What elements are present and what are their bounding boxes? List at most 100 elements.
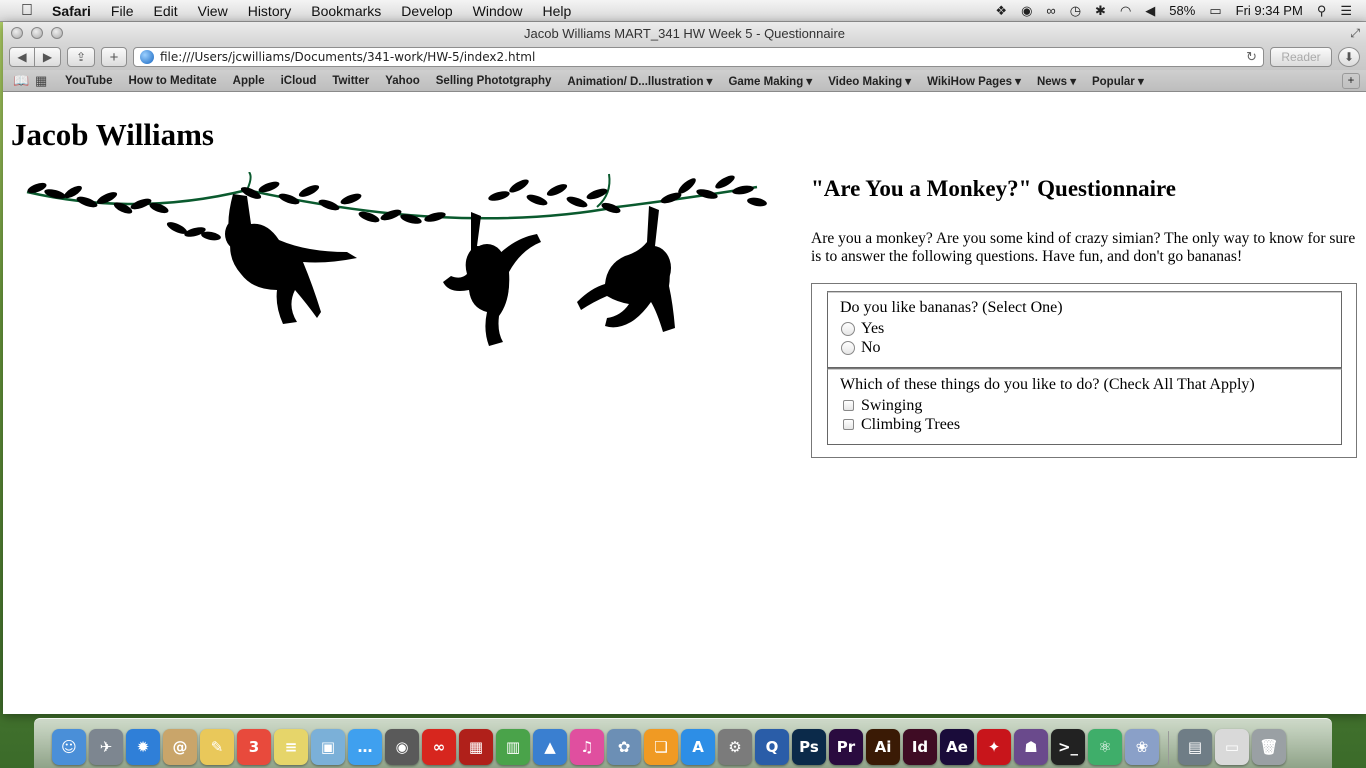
bookmark-folder-wikihow[interactable]: WikiHow Pages ▾ (919, 74, 1029, 88)
illustrator-icon[interactable]: Ai (866, 729, 900, 765)
iphoto-icon[interactable]: ✿ (607, 729, 641, 765)
bookmark-twitter[interactable]: Twitter (324, 75, 377, 87)
messages-icon[interactable]: … (348, 729, 382, 765)
acrobat-icon[interactable]: ✦ (977, 729, 1011, 765)
reader-button[interactable]: Reader (1270, 47, 1332, 67)
spotlight-search-icon[interactable]: ⚲ (1317, 3, 1327, 19)
quicktime-icon[interactable]: Q (755, 729, 789, 765)
top-sites-icon[interactable]: ▦ (35, 73, 53, 89)
radio-yes[interactable] (841, 321, 855, 336)
menu-app-name[interactable]: Safari (38, 0, 101, 22)
apple-menu-icon[interactable]:  (16, 0, 38, 22)
creative-cloud-icon[interactable]: ∞ (422, 729, 456, 765)
minimize-window-button[interactable] (31, 27, 43, 39)
clock[interactable]: Fri 9:34 PM (1236, 3, 1303, 18)
menu-history[interactable]: History (238, 0, 302, 22)
option-swinging-label[interactable]: Swinging (861, 397, 922, 415)
forward-arrow-icon: ▶ (42, 50, 53, 64)
option-yes-label[interactable]: Yes (861, 320, 884, 338)
forward-button[interactable]: ▶ (35, 47, 61, 67)
bookmark-folder-popular[interactable]: Popular ▾ (1084, 74, 1152, 88)
photo-booth-icon[interactable]: ▦ (459, 729, 493, 765)
url-text[interactable]: file:///Users/jcwilliams/Documents/341-w… (160, 50, 1240, 64)
menu-develop[interactable]: Develop (391, 0, 462, 22)
checkbox-swinging[interactable] (843, 400, 854, 411)
menu-edit[interactable]: Edit (143, 0, 187, 22)
new-tab-button[interactable]: + (101, 47, 127, 67)
itunes-icon[interactable]: ♫ (570, 729, 604, 765)
bookmark-apple[interactable]: Apple (225, 75, 273, 87)
bookmark-folder-game-making[interactable]: Game Making ▾ (720, 74, 820, 88)
safari-window: Jacob Williams MART_341 HW Week 5 - Ques… (3, 22, 1366, 714)
bookmark-selling-photography[interactable]: Selling Phototgraphy (428, 75, 560, 87)
menu-view[interactable]: View (188, 0, 238, 22)
radio-no[interactable] (841, 340, 855, 355)
launchpad-icon[interactable]: ✈ (89, 729, 123, 765)
option-climbing-trees-label[interactable]: Climbing Trees (861, 416, 960, 434)
time-machine-icon[interactable]: ◷ (1070, 3, 1081, 19)
photoshop-icon[interactable]: Ps (792, 729, 826, 765)
notification-center-icon[interactable]: ☰ (1340, 3, 1352, 19)
bookmark-folder-video-making[interactable]: Video Making ▾ (820, 74, 919, 88)
menu-window[interactable]: Window (463, 0, 533, 22)
status-app-icon[interactable]: ◉ (1021, 3, 1032, 19)
after-effects-icon[interactable]: Ae (940, 729, 974, 765)
option-no-label[interactable]: No (861, 339, 881, 357)
github-icon[interactable]: ☗ (1014, 729, 1048, 765)
bluetooth-icon[interactable]: ✱ (1095, 3, 1106, 19)
system-preferences-icon[interactable]: ⚙ (718, 729, 752, 765)
downloads-stack-icon[interactable]: ▤ (1178, 729, 1212, 765)
volume-icon[interactable]: ◀ (1145, 3, 1155, 19)
app-store-icon[interactable]: A (681, 729, 715, 765)
option-climbing-trees[interactable]: Climbing Trees (840, 415, 1329, 434)
battery-percent[interactable]: 58% (1169, 3, 1195, 18)
menu-bookmarks[interactable]: Bookmarks (301, 0, 391, 22)
safari-icon[interactable]: ✹ (126, 729, 160, 765)
web-content: Jacob Williams "Are You a Monkey?" Quest… (3, 92, 1366, 692)
option-swinging[interactable]: Swinging (840, 396, 1329, 415)
add-bookmark-button[interactable]: + (1342, 72, 1360, 89)
preview-icon[interactable]: ▣ (311, 729, 345, 765)
reading-list-icon[interactable]: 📖 (13, 73, 31, 89)
keynote-icon[interactable]: ▲ (533, 729, 567, 765)
trash-icon[interactable]: 🗑 (1252, 729, 1286, 765)
ibooks-icon[interactable]: ❏ (644, 729, 678, 765)
finder-icon[interactable]: ☺ (52, 729, 86, 765)
address-bar[interactable]: file:///Users/jcwilliams/Documents/341-w… (133, 47, 1264, 67)
menu-file[interactable]: File (101, 0, 144, 22)
option-no[interactable]: No (840, 338, 1329, 357)
bookmark-yahoo[interactable]: Yahoo (377, 75, 428, 87)
bookmark-how-to-meditate[interactable]: How to Meditate (120, 75, 224, 87)
photos-icon[interactable]: ❀ (1125, 729, 1159, 765)
bookmark-youtube[interactable]: YouTube (57, 75, 120, 87)
notes-icon[interactable]: ≡ (274, 729, 308, 765)
atom-icon[interactable]: ⚛ (1088, 729, 1122, 765)
numbers-icon[interactable]: ▥ (496, 729, 530, 765)
documents-stack-icon[interactable]: ▭ (1215, 729, 1249, 765)
bookmark-icloud[interactable]: iCloud (273, 75, 325, 87)
dropbox-icon[interactable]: ❖ (995, 3, 1007, 19)
facetime-icon[interactable]: ◉ (385, 729, 419, 765)
creative-cloud-status-icon[interactable]: ∞ (1046, 3, 1055, 18)
contacts-icon[interactable]: @ (163, 729, 197, 765)
menu-help[interactable]: Help (532, 0, 581, 22)
bookmark-folder-news[interactable]: News ▾ (1029, 74, 1084, 88)
terminal-icon[interactable]: >_ (1051, 729, 1085, 765)
checkbox-climbing-trees[interactable] (843, 419, 854, 430)
fullscreen-icon[interactable]: ⤢ (1350, 26, 1360, 41)
share-button[interactable]: ⇪ (67, 47, 95, 67)
textedit-icon[interactable]: ✎ (200, 729, 234, 765)
calendar-icon[interactable]: 3 (237, 729, 271, 765)
zoom-window-button[interactable] (51, 27, 63, 39)
indesign-icon[interactable]: Id (903, 729, 937, 765)
bookmark-folder-animation[interactable]: Animation/ D...llustration ▾ (559, 74, 720, 88)
premiere-icon[interactable]: Pr (829, 729, 863, 765)
wifi-icon[interactable]: ◠ (1120, 3, 1131, 19)
option-yes[interactable]: Yes (840, 319, 1329, 338)
reload-icon[interactable]: ↻ (1246, 50, 1257, 65)
downloads-button[interactable]: ⬇ (1338, 47, 1360, 67)
question-2-text: Which of these things do you like to do?… (840, 376, 1255, 393)
close-window-button[interactable] (11, 27, 23, 39)
back-button[interactable]: ◀ (9, 47, 35, 67)
battery-icon[interactable]: ▭ (1209, 3, 1221, 19)
